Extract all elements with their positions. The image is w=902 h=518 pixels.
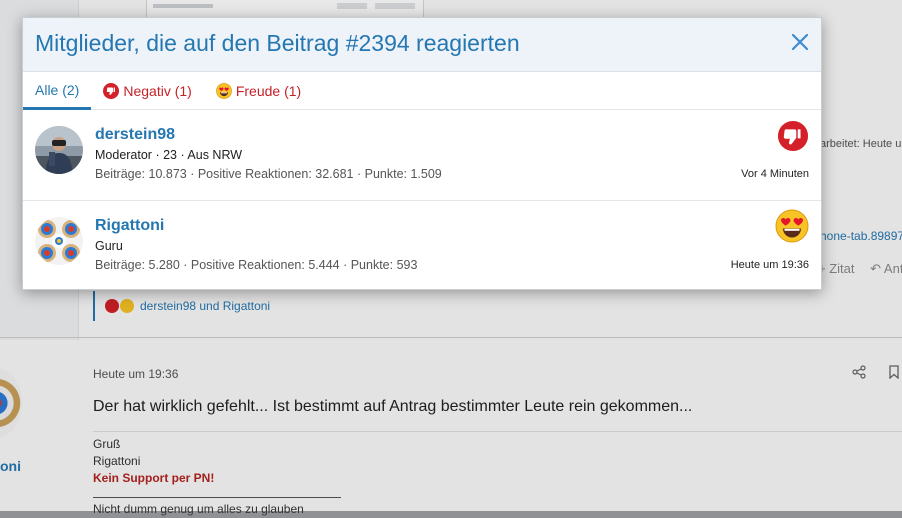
tab-joy[interactable]: Freude (1) — [204, 72, 313, 109]
dialog-title: Mitglieder, die auf den Beitrag #2394 re… — [35, 30, 520, 56]
reactions-dialog: Mitglieder, die auf den Beitrag #2394 re… — [22, 17, 822, 290]
tab-label: Alle (2) — [35, 81, 80, 98]
heart-eyes-icon — [775, 209, 809, 243]
avatar[interactable] — [35, 126, 83, 174]
reaction-time[interactable]: Heute um 19:36 — [731, 259, 809, 271]
member-name[interactable]: derstein98 — [95, 126, 175, 144]
tab-negative[interactable]: Negativ (1) — [91, 72, 203, 109]
member-row: Rigattoni Guru Beiträge: 5.280 · Positiv… — [23, 201, 821, 291]
member-row: derstein98 Moderator · 23 · Aus NRW Beit… — [23, 110, 821, 201]
heart-eyes-icon — [215, 82, 232, 99]
reaction-tabs: Alle (2) Negativ (1) Freude (1) — [23, 72, 821, 110]
avatar[interactable] — [35, 217, 83, 265]
tab-label: Negativ (1) — [123, 82, 192, 99]
reaction-time[interactable]: Vor 4 Minuten — [741, 168, 809, 180]
member-name[interactable]: Rigattoni — [95, 217, 164, 235]
member-stats: Beiträge: 5.280 · Positive Reaktionen: 5… — [95, 258, 418, 272]
tab-label: Freude (1) — [235, 82, 302, 99]
thumbs-down-icon — [103, 82, 120, 99]
member-title: Guru — [95, 239, 123, 253]
dialog-header: Mitglieder, die auf den Beitrag #2394 re… — [23, 18, 821, 72]
close-icon[interactable] — [789, 31, 811, 53]
tab-all[interactable]: Alle (2) — [23, 72, 92, 110]
member-stats: Beiträge: 10.873 · Positive Reaktionen: … — [95, 167, 442, 181]
member-title: Moderator · 23 · Aus NRW — [95, 148, 243, 162]
thumbs-down-icon — [777, 120, 809, 152]
